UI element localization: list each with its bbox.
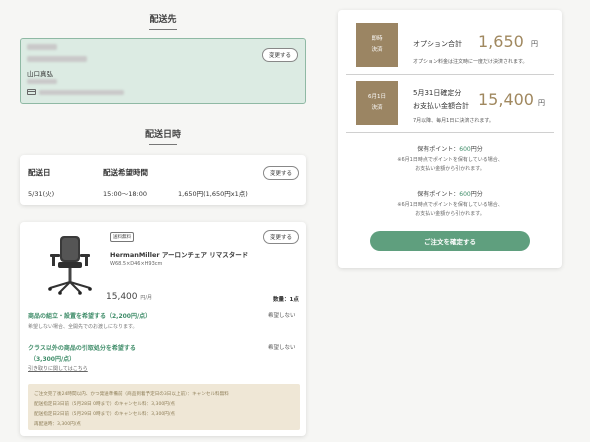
monthly-label-line1: 5月31日確定分: [413, 89, 462, 97]
free-shipping-badge: 送料無料: [110, 232, 134, 242]
address-redacted: [39, 90, 124, 95]
option-total-label: オプション合計: [413, 40, 462, 48]
points-line: 保有ポイント：600円分: [338, 144, 562, 153]
divider: [346, 74, 554, 75]
points-note-line: ※6月1日時点でポイントを保有している場合、: [397, 202, 503, 208]
cancellation-notice: ご注文完了後24時間以内、かつ発送準備前（商品到着予定日の3日以上前）：キャンセ…: [28, 384, 300, 430]
points-unit: 円分: [470, 146, 483, 153]
title-underline: [149, 144, 177, 145]
points-line: 保有ポイント：600円分: [338, 189, 562, 198]
product-quantity: 数量：1点: [273, 297, 299, 303]
change-delivery-button[interactable]: 変更する: [263, 166, 299, 180]
points-unit: 円分: [470, 191, 483, 198]
change-product-button[interactable]: 変更する: [263, 230, 299, 244]
shipping-title-text: 配送先: [149, 15, 177, 25]
disposal-info-link[interactable]: 引き取りに関してはこちら: [28, 365, 88, 372]
points-value: 600: [459, 146, 471, 153]
option-total-yen: 円: [531, 40, 538, 48]
office-chair-image: [48, 236, 92, 295]
tag-line: 6月1日: [368, 94, 386, 100]
monthly-total-amount: 15,400: [478, 90, 534, 109]
delivery-time: 15:00〜18:00: [103, 190, 147, 198]
tag-line: 決済: [371, 47, 383, 53]
option-total-amount: 1,650: [478, 32, 524, 51]
notice-line: 配送指定日3日前（5月28日 0時まで）のキャンセル料：3,300円/点: [34, 402, 176, 407]
assembly-option-title: 商品の組立・設置を希望する（2,200円/点）: [28, 313, 152, 320]
address-redacted: [27, 79, 57, 84]
points-note-line: お支払い金額から引かれます。: [415, 166, 485, 172]
delivery-price: 1,650円(1,650円x1点): [178, 190, 248, 198]
payment-summary-card: 即時 決済 オプション合計 1,650 円 オプション料金は注文時に一度だけ決済…: [338, 10, 562, 268]
points-label: 保有ポイント：: [417, 146, 460, 153]
address-redacted: [27, 56, 87, 62]
points-note-line: ※6月1日時点でポイントを保有している場合、: [397, 157, 503, 163]
notice-line: 配送指定日2日前（5月29日 0時まで）のキャンセル料：3,300円/点: [34, 412, 176, 417]
product-card: 送料無料 HermanMiller アーロンチェア リマスタード W68.5×D…: [20, 222, 306, 436]
monthly-label-line2: お支払い金額合計: [413, 102, 469, 110]
product-price: 15,400 円/月: [106, 292, 152, 302]
points-label: 保有ポイント：: [417, 191, 460, 198]
address-redacted: [27, 44, 57, 50]
product-size: W68.5×D46×H93cm: [110, 261, 163, 267]
monthly-total-yen: 円: [538, 99, 545, 107]
shipping-address-card: 山口真弘 変更する: [20, 38, 306, 104]
notice-line: 再配送時：3,300円/点: [34, 422, 81, 427]
delivery-card: 配送日 配送希望時間 5/31(火) 15:00〜18:00 1,650円(1,…: [20, 155, 306, 205]
immediate-payment-tag: 即時 決済: [356, 23, 398, 67]
disposal-option-title: クラス以外の商品の引取処分を希望する: [28, 345, 136, 352]
divider: [346, 132, 554, 133]
disposal-option-price: （3,300円/点）: [30, 356, 76, 363]
confirm-order-button[interactable]: ご注文を確定する: [370, 231, 530, 251]
tag-line: 即時: [371, 36, 383, 42]
points-note: ※6月1日時点でポイントを保有している場合、 お支払い金額から引かれます。: [338, 156, 562, 174]
notice-line: ご注文完了後24時間以内、かつ発送準備前（商品到着予定日の3日以上前）：キャンセ…: [34, 392, 229, 397]
disposal-option-state[interactable]: 希望しない: [268, 343, 296, 351]
tag-line: 決済: [371, 105, 383, 111]
credit-card-icon: [27, 89, 36, 95]
product-price-unit: 円/月: [140, 295, 153, 301]
delivery-section-title: 配送日時: [138, 127, 188, 145]
assembly-option-note: 希望しない場合、全開先でのお渡しになります。: [28, 324, 138, 330]
product-price-value: 15,400: [106, 292, 138, 302]
option-total-note: オプション料金は注文時に一度だけ決済されます。: [413, 59, 528, 65]
delivery-date-header: 配送日: [28, 168, 51, 177]
delivery-date: 5/31(火): [28, 190, 55, 198]
delivery-title-text: 配送日時: [144, 130, 181, 140]
recipient-name: 山口真弘: [27, 70, 53, 78]
product-name: HermanMiller アーロンチェア リマスタード: [110, 251, 249, 259]
change-address-button[interactable]: 変更する: [262, 48, 298, 62]
title-underline: [149, 29, 177, 30]
monthly-payment-tag: 6月1日 決済: [356, 81, 398, 125]
monthly-note: 7月以降、毎月1日に決済されます。: [413, 118, 494, 124]
delivery-time-header: 配送希望時間: [103, 168, 148, 177]
shipping-section-title: 配送先: [143, 12, 183, 30]
points-note-line: お支払い金額から引かれます。: [415, 211, 485, 217]
points-value: 600: [459, 191, 471, 198]
assembly-option-state[interactable]: 希望しない: [268, 311, 296, 319]
points-note: ※6月1日時点でポイントを保有している場合、 お支払い金額から引かれます。: [338, 201, 562, 219]
